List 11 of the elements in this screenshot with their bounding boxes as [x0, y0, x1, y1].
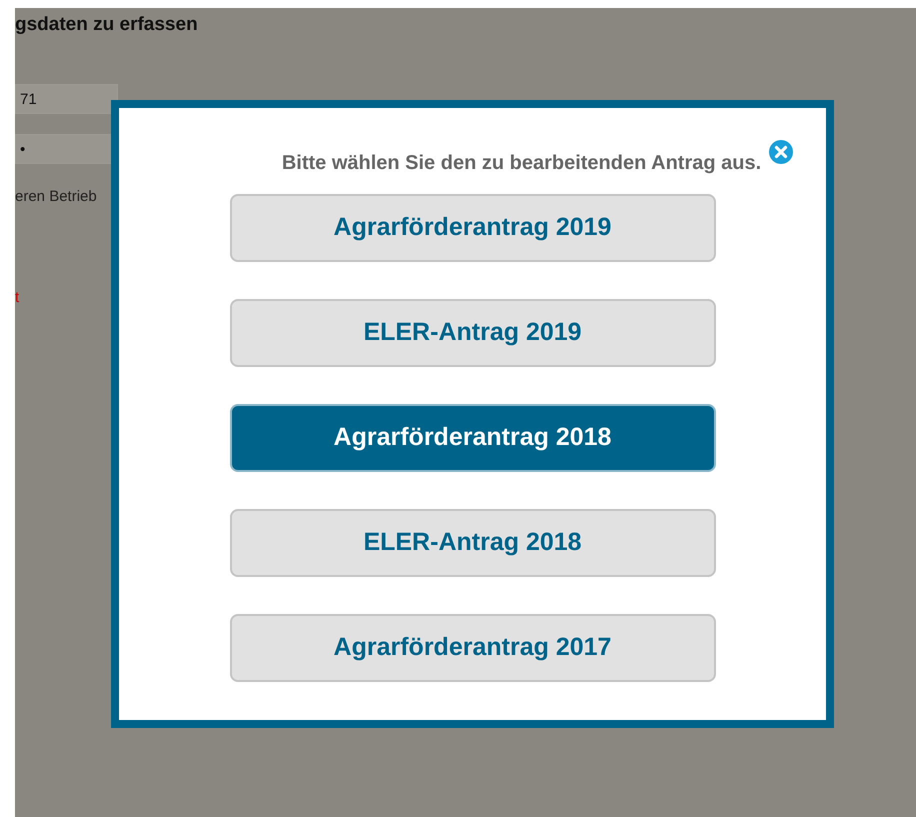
- error-text: t: [15, 288, 20, 308]
- option-button[interactable]: Agrarförderantrag 2017: [230, 614, 716, 682]
- input-field[interactable]: 71: [15, 84, 118, 114]
- option-button[interactable]: Agrarförderantrag 2019: [230, 194, 716, 262]
- close-icon[interactable]: [769, 140, 794, 164]
- dialog-title: Bitte wählen Sie den zu bearbeitenden Antrag aus.: [282, 151, 762, 176]
- option-button[interactable]: ELER-Antrag 2018: [230, 509, 716, 577]
- option-button[interactable]: Agrarförderantrag 2018: [230, 404, 716, 472]
- option-button[interactable]: ELER-Antrag 2019: [230, 299, 716, 367]
- page-heading: gsdaten zu erfassen: [15, 14, 199, 36]
- label-text: eren Betrieb: [15, 187, 98, 207]
